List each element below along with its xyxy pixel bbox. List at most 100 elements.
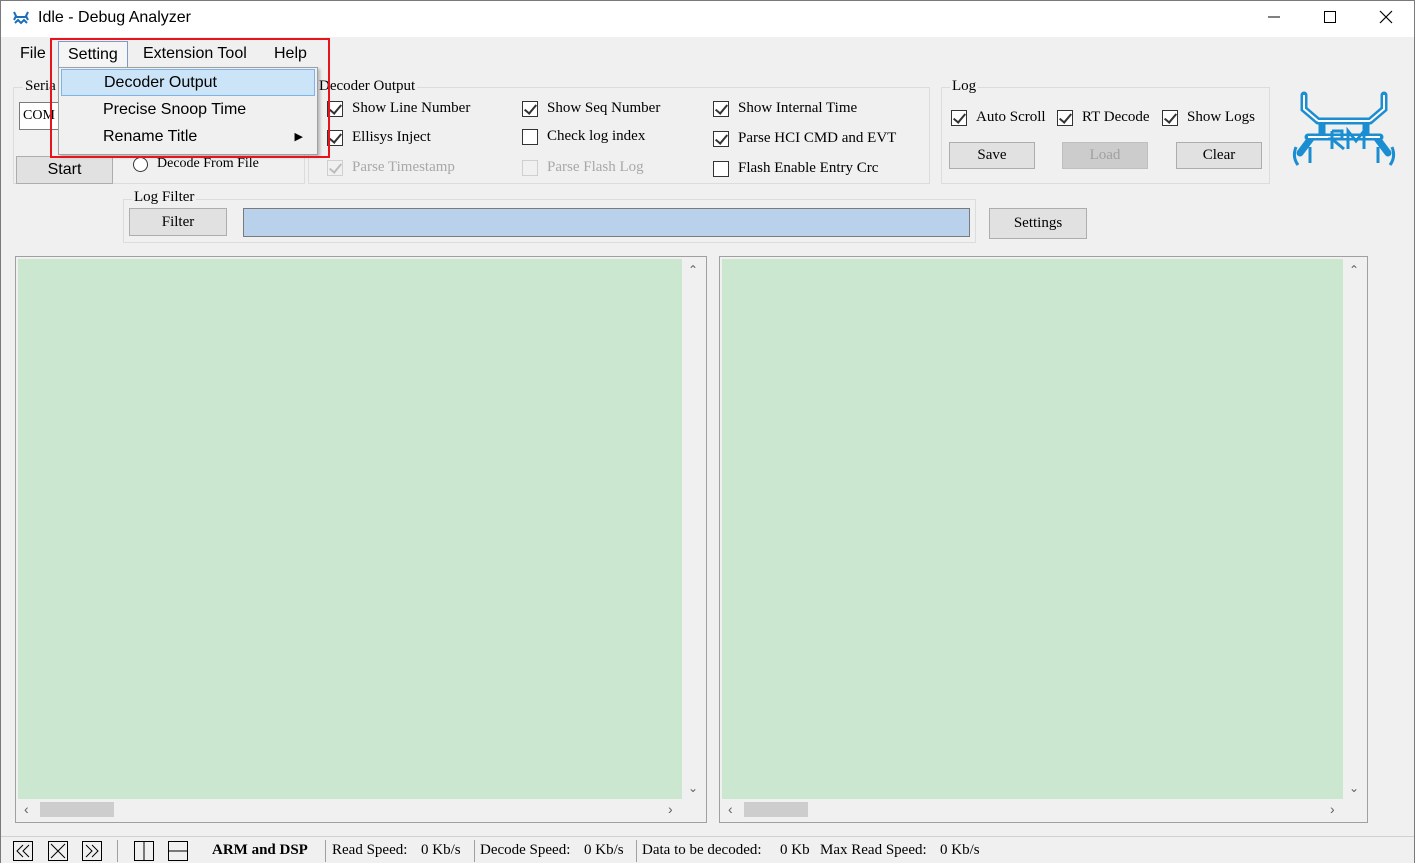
parse-hci-checkbox[interactable]: Parse HCI CMD and EVT [713,130,896,147]
setting-dropdown-menu: Decoder Output Precise Snoop Time Rename… [58,67,318,155]
log-group-label: Log [950,78,979,95]
menu-item-label: Precise Snoop Time [103,101,247,118]
log-group [941,87,1270,184]
app-window: Idle - Debug Analyzer File Setting Exten… [0,0,1415,863]
scroll-down-icon[interactable]: ⌄ [688,781,698,795]
checkbox-box [522,128,538,145]
rt-decode-checkbox[interactable]: RT Decode [1057,109,1150,126]
left-horizontal-scrollbar[interactable]: ‹ › [18,799,683,819]
serial-port-select[interactable]: COM [19,102,63,130]
show-logs-checkbox[interactable]: Show Logs [1162,109,1255,126]
max-read-speed-label: Max Read Speed: [820,842,927,858]
checkbox-box [713,130,729,147]
maximize-button[interactable] [1302,1,1358,37]
show-logs-label: Show Logs [1187,109,1255,125]
menu-bar: File Setting Extension Tool Help [1,37,1414,69]
load-button: Load [1062,142,1148,169]
decode-speed-label: Decode Speed: [480,842,571,858]
start-button[interactable]: Start [16,156,113,184]
settings-button[interactable]: Settings [989,208,1087,239]
minimize-icon [1267,10,1281,28]
scroll-left-icon[interactable]: ‹ [728,801,733,817]
mode-label: ARM and DSP [212,842,308,858]
minimize-button[interactable] [1246,1,1302,37]
menu-item-precise-snoop-time[interactable]: Precise Snoop Time [61,97,315,124]
checkbox-box [327,100,343,117]
check-log-index-label: Check log index [547,128,646,144]
split-horizontal-icon[interactable] [168,841,188,861]
max-read-speed-value: 0 Kb/s [940,842,980,858]
scroll-up-icon[interactable]: ⌃ [688,263,698,277]
filter-input[interactable] [243,208,970,237]
decode-from-file-label: Decode From File [157,156,259,171]
parse-timestamp-label: Parse Timestamp [352,159,455,175]
checkbox-box [522,100,538,117]
maximize-icon [1323,10,1337,28]
first-page-icon[interactable] [13,841,33,861]
scroll-down-icon[interactable]: ⌄ [1349,781,1359,795]
left-log-pane[interactable]: ⌃ ⌄ ‹ › [15,256,707,823]
filter-button[interactable]: Filter [129,208,227,236]
flash-enable-entry-crc-checkbox[interactable]: Flash Enable Entry Crc [713,160,878,177]
left-vertical-scrollbar[interactable]: ⌃ ⌄ [683,259,703,801]
scroll-left-icon[interactable]: ‹ [24,801,29,817]
menu-setting[interactable]: Setting [58,41,128,68]
check-log-index-checkbox[interactable]: Check log index [522,128,645,145]
scroll-thumb[interactable] [744,802,808,817]
decode-speed-value: 0 Kb/s [584,842,624,858]
close-page-icon[interactable] [48,841,68,861]
show-internal-time-checkbox[interactable]: Show Internal Time [713,100,857,117]
scroll-up-icon[interactable]: ⌃ [1349,263,1359,277]
checkbox-box [1162,109,1178,126]
status-bar: ARM and DSP Read Speed: 0 Kb/s Decode Sp… [1,836,1414,863]
menu-item-decoder-output[interactable]: Decoder Output [61,69,315,96]
close-icon [1379,10,1393,28]
save-button[interactable]: Save [949,142,1035,169]
checkbox-box [1057,109,1073,126]
title-bar: Idle - Debug Analyzer [1,1,1414,37]
checkbox-box [713,160,729,177]
menu-file[interactable]: File [20,43,46,65]
decode-from-file-radio[interactable]: Decode From File [133,156,259,172]
log-filter-label: Log Filter [132,189,197,206]
scroll-thumb[interactable] [40,802,114,817]
flash-enable-entry-crc-label: Flash Enable Entry Crc [738,160,879,176]
close-button[interactable] [1358,1,1414,37]
right-vertical-scrollbar[interactable]: ⌃ ⌄ [1344,259,1364,801]
radio-circle [133,156,148,172]
right-horizontal-scrollbar[interactable]: ‹ › [722,799,1344,819]
separator [636,840,637,862]
menu-item-rename-title[interactable]: Rename Title ▶ [61,124,315,151]
menu-item-label: Decoder Output [104,74,217,91]
auto-scroll-checkbox[interactable]: Auto Scroll [951,109,1046,126]
realtek-logo [1288,87,1400,171]
scroll-right-icon[interactable]: › [668,801,673,817]
app-crab-icon [11,10,31,28]
parse-flash-log-checkbox: Parse Flash Log [522,159,644,176]
data-to-decode-label: Data to be decoded: [642,842,762,858]
scroll-right-icon[interactable]: › [1330,801,1335,817]
separator [325,840,326,862]
menu-extension-tool[interactable]: Extension Tool [143,43,247,65]
ellisys-inject-checkbox[interactable]: Ellisys Inject [327,129,431,146]
clear-button[interactable]: Clear [1176,142,1262,169]
separator [474,840,475,862]
show-seq-number-label: Show Seq Number [547,100,661,116]
read-speed-value: 0 Kb/s [421,842,461,858]
show-line-number-checkbox[interactable]: Show Line Number [327,100,470,117]
rt-decode-label: RT Decode [1082,109,1150,125]
window-title: Idle - Debug Analyzer [38,9,191,26]
left-log-content[interactable] [18,259,682,801]
auto-scroll-label: Auto Scroll [976,109,1046,125]
show-seq-number-checkbox[interactable]: Show Seq Number [522,100,660,117]
right-log-pane[interactable]: ⌃ ⌄ ‹ › [719,256,1368,823]
menu-item-label: Rename Title [103,128,198,145]
last-page-icon[interactable] [82,841,102,861]
menu-help[interactable]: Help [274,43,307,65]
checkbox-box [327,129,343,146]
data-to-decode-value: 0 Kb [780,842,810,858]
split-vertical-icon[interactable] [134,841,154,861]
serial-group-label: Seria [23,78,58,95]
right-log-content[interactable] [722,259,1343,801]
read-speed-label: Read Speed: [332,842,408,858]
